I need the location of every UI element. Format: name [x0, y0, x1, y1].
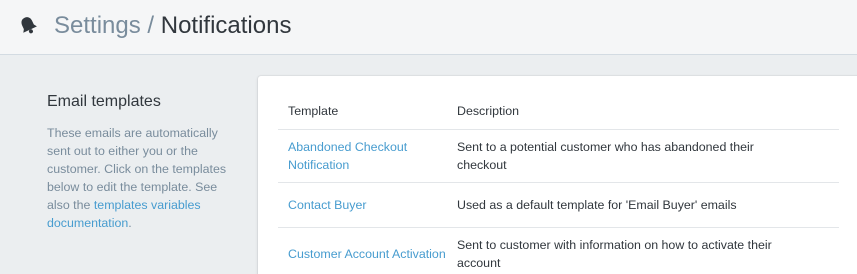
- description-cell: Sent to a potential customer who has aba…: [457, 129, 839, 183]
- description-cell: Used as a default template for 'Email Bu…: [457, 182, 839, 228]
- column-header-description: Description: [457, 96, 839, 130]
- breadcrumb: Settings / Notifications: [54, 11, 291, 41]
- description-trailing: .: [128, 216, 132, 230]
- template-cell: Customer Account Activation: [278, 227, 457, 274]
- breadcrumb-settings[interactable]: Settings: [54, 12, 141, 39]
- template-link-customer-account-activation[interactable]: Customer Account Activation: [288, 247, 446, 261]
- template-cell: Abandoned Checkout Notification: [278, 129, 457, 183]
- templates-card: Template Description Abandoned Checkout …: [258, 76, 857, 274]
- bell-icon: [21, 17, 37, 34]
- template-cell: Contact Buyer: [278, 182, 457, 228]
- section-heading: Email templates: [47, 93, 161, 110]
- template-link-abandoned-checkout[interactable]: Abandoned Checkout Notification: [288, 140, 407, 172]
- table-row: Abandoned Checkout Notification Sent to …: [278, 129, 839, 183]
- template-link-contact-buyer[interactable]: Contact Buyer: [288, 198, 367, 212]
- table-row: Customer Account Activation Sent to cust…: [278, 227, 839, 274]
- page-title: Notifications: [160, 12, 292, 39]
- table-header-row: Template Description: [278, 96, 839, 130]
- page-header: Settings / Notifications: [0, 0, 857, 55]
- templates-table: Template Description Abandoned Checkout …: [278, 96, 839, 274]
- description-cell: Sent to customer with information on how…: [457, 227, 839, 274]
- table-row: Contact Buyer Used as a default template…: [278, 182, 839, 228]
- column-header-template: Template: [278, 96, 457, 130]
- section-description: These emails are automatically sent out …: [47, 124, 227, 232]
- section-annotation: Email templates These emails are automat…: [47, 92, 227, 232]
- breadcrumb-separator: /: [147, 12, 155, 39]
